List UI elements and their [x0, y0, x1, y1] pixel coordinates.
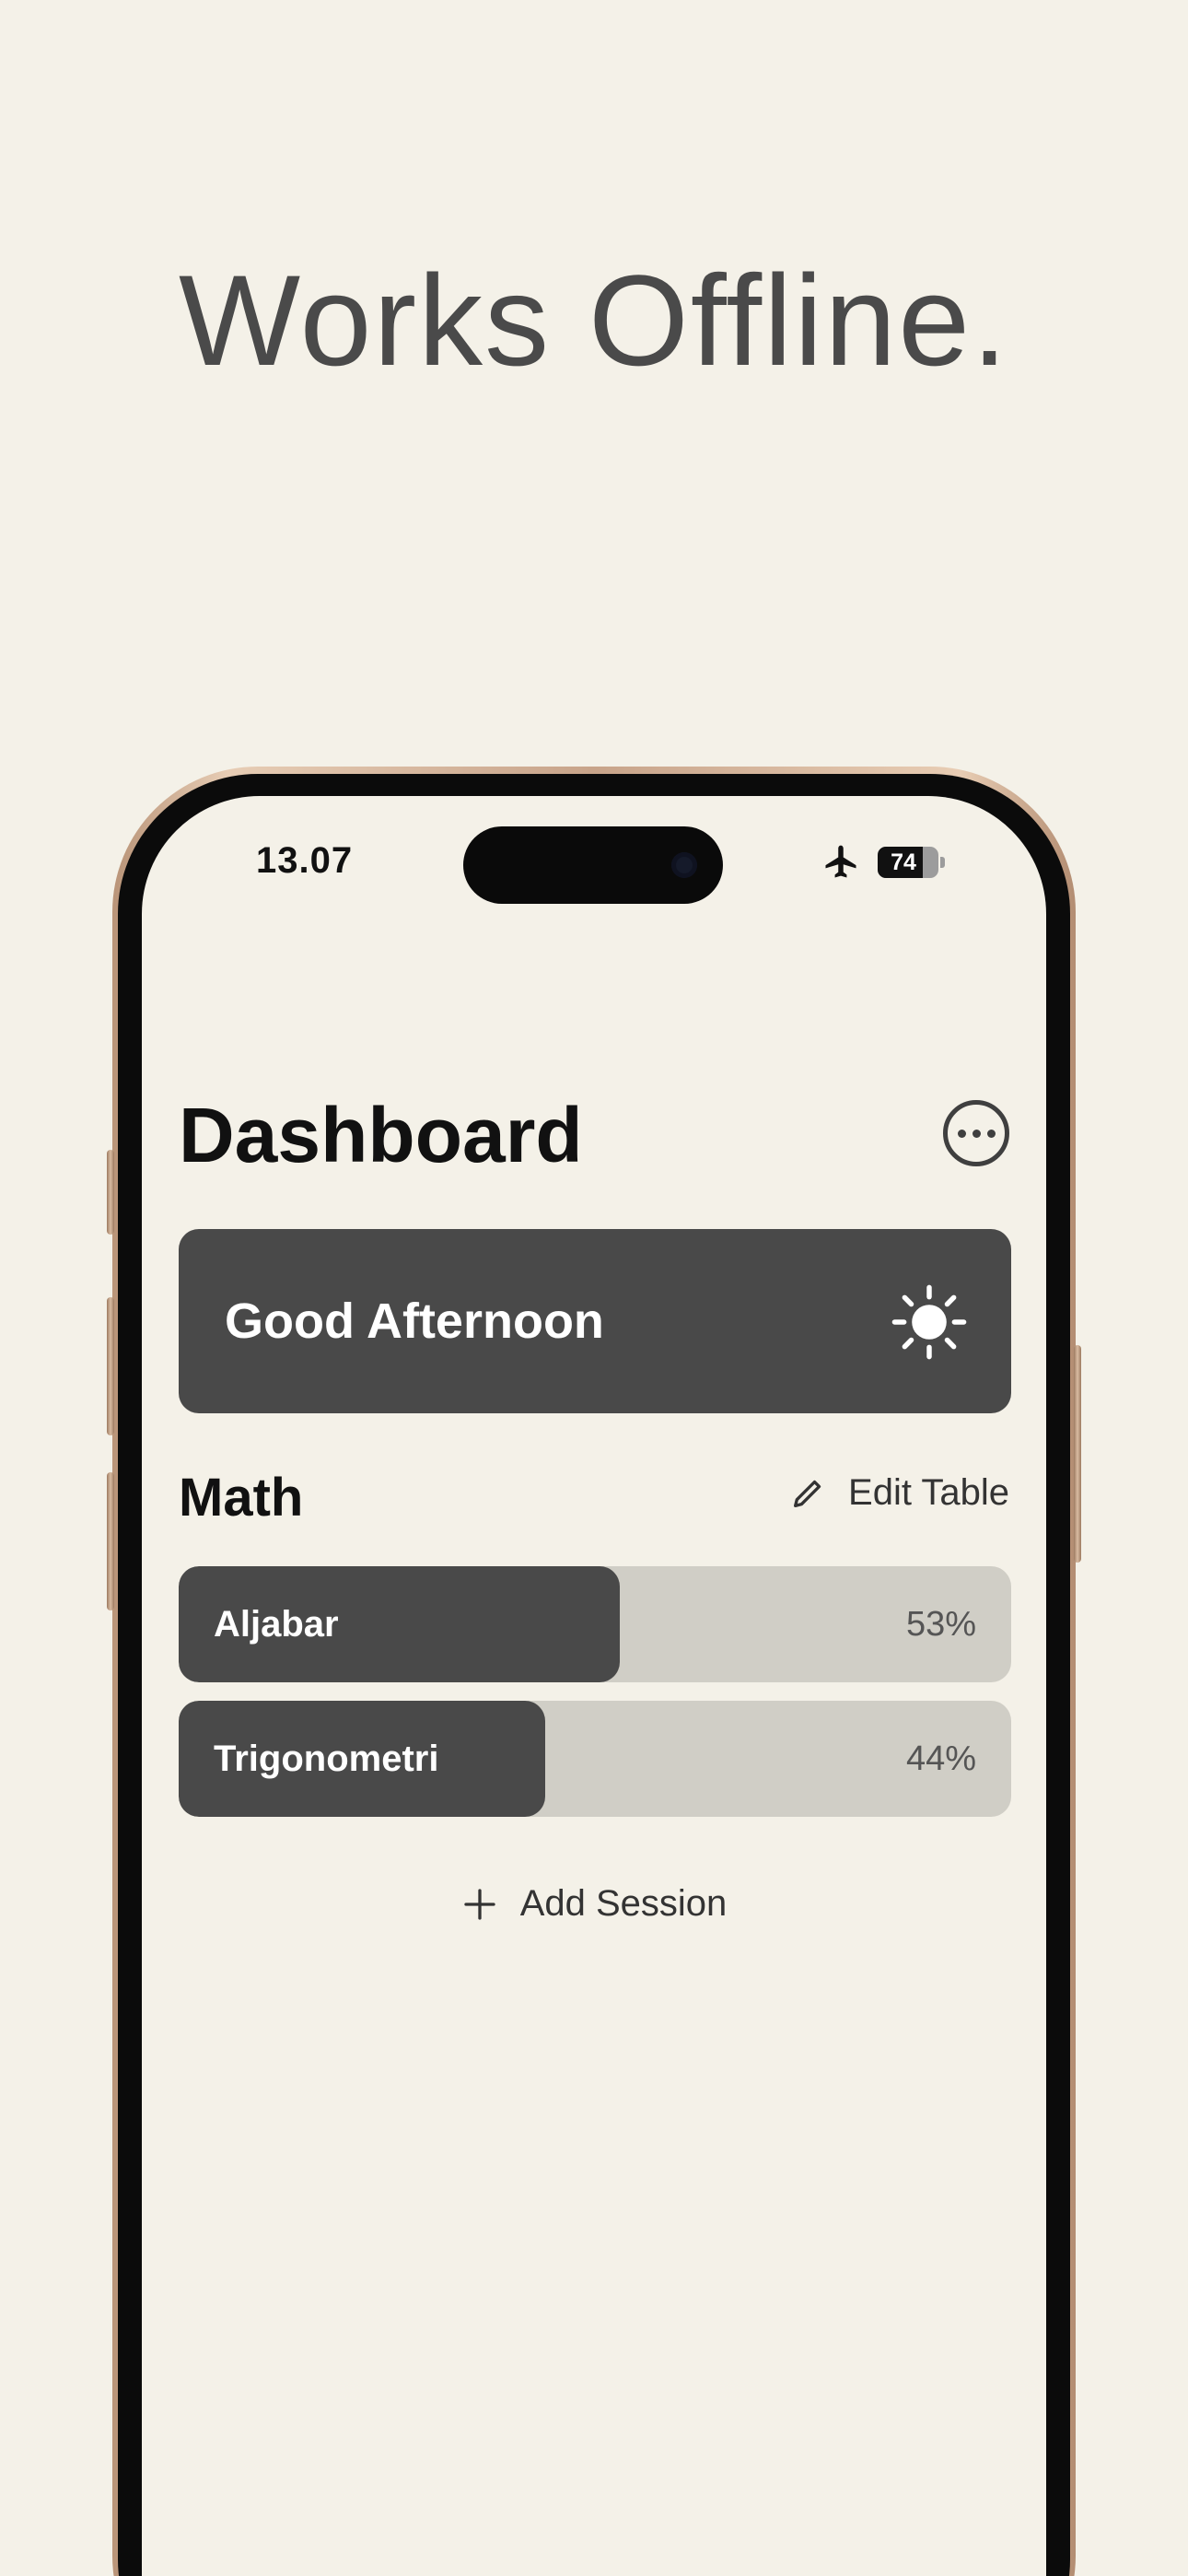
greeting-text: Good Afternoon	[225, 1294, 604, 1349]
plus-icon	[464, 1888, 495, 1920]
volume-up-button	[107, 1297, 114, 1435]
session-name: Trigonometri	[214, 1739, 439, 1779]
add-session-label: Add Session	[519, 1883, 728, 1924]
action-button	[107, 1150, 114, 1235]
session-name: Aljabar	[214, 1604, 339, 1645]
airplane-icon	[825, 845, 856, 878]
battery-tip	[940, 857, 945, 868]
sun-icon	[891, 1284, 967, 1360]
ellipsis-circle-icon	[957, 1129, 966, 1138]
status-time: 13.07	[256, 840, 354, 881]
session-row[interactable]: Trigonometri 44%	[179, 1701, 1011, 1817]
edit-table-label: Edit Table	[848, 1472, 1009, 1513]
page: Works Offline. 13.07 74 Dashboard Good A…	[0, 0, 1188, 2576]
session-percent: 44%	[905, 1739, 976, 1778]
status-icons: 74	[821, 842, 945, 883]
edit-table-button[interactable]: Edit Table	[789, 1472, 1009, 1514]
power-button	[1074, 1345, 1081, 1563]
pencil-icon	[794, 1480, 821, 1507]
battery-level: 74	[891, 849, 916, 875]
headline: Works Offline.	[179, 248, 1009, 392]
add-session-button[interactable]: Add Session	[142, 1883, 1046, 1925]
battery-indicator: 74	[878, 847, 938, 878]
camera-icon	[671, 852, 697, 878]
dynamic-island	[463, 826, 723, 904]
session-row[interactable]: Aljabar 53%	[179, 1566, 1011, 1682]
phone-screen: 13.07 74 Dashboard Good Afternoon Math E…	[142, 796, 1046, 2576]
volume-down-button	[107, 1472, 114, 1610]
more-options-button[interactable]	[943, 1100, 1009, 1166]
page-title: Dashboard	[179, 1092, 583, 1178]
greeting-card: Good Afternoon	[179, 1229, 1011, 1413]
section-title: Math	[179, 1468, 304, 1528]
session-percent: 53%	[905, 1605, 976, 1644]
